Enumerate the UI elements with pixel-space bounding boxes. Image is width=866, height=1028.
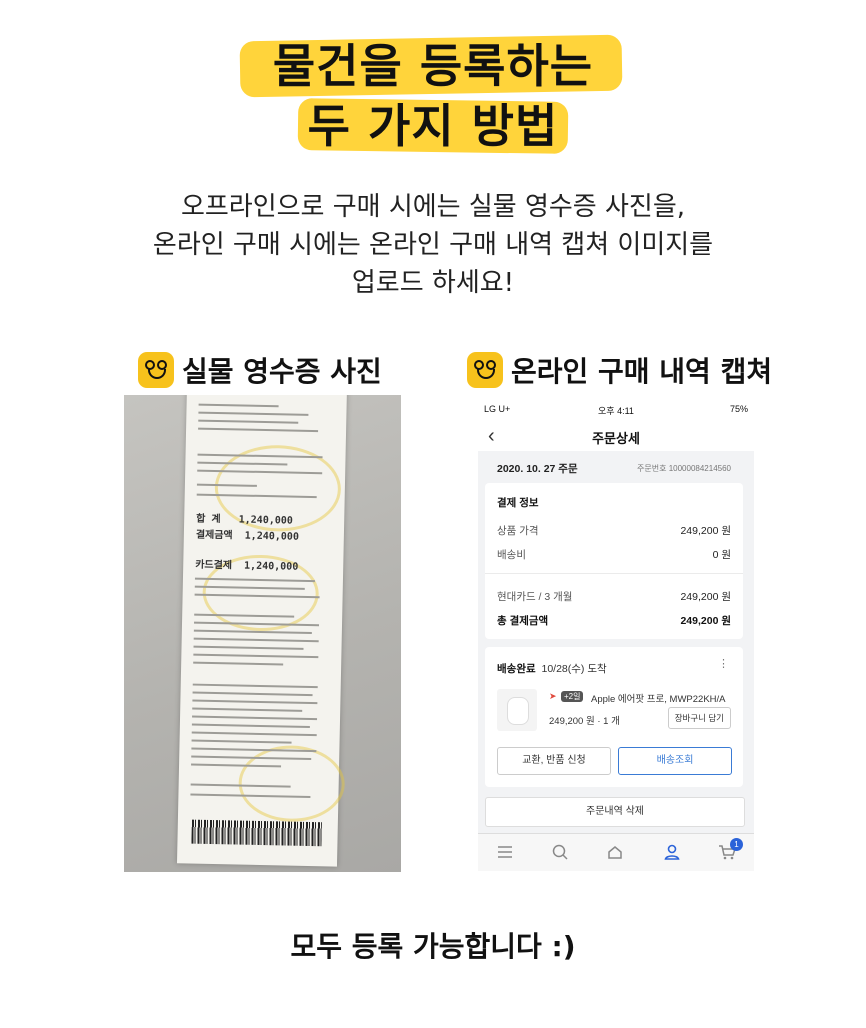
user-icon[interactable]	[663, 843, 681, 861]
order-number: 주문번호 10000084214560	[637, 464, 731, 473]
smiley-icon	[138, 352, 174, 388]
add-to-cart-button[interactable]: 장바구니 담기	[667, 707, 731, 729]
payment-row: 현대카드 / 3 개월 249,200 원	[497, 591, 731, 603]
screen-title: 주문상세	[592, 431, 640, 446]
receipt-total: 합 계 1,240,000	[196, 513, 293, 527]
delivery-status: 배송완료 10/28(수) 도착	[497, 663, 607, 675]
delivery-card: 배송완료 10/28(수) 도착 ⋮ ➤ +2일 Apple 에어팟 프로, M…	[485, 647, 743, 787]
more-icon[interactable]: ⋮	[718, 657, 729, 670]
payment-row: 상품 가격 249,200 원	[497, 525, 731, 537]
cart-count-badge: 1	[730, 838, 743, 851]
payment-header: 결제 정보	[497, 497, 539, 509]
status-bar: LG U+ 오후 4:11 75%	[478, 397, 754, 421]
headline-line1: 물건을 등록하는	[272, 39, 594, 93]
order-detail-screenshot: LG U+ 오후 4:11 75% ‹ 주문상세 2020. 10. 27 주문…	[478, 397, 754, 871]
section-online-heading: 온라인 구매 내역 캡쳐	[467, 350, 772, 390]
order-date: 2020. 10. 27 주문	[497, 463, 578, 475]
intro-text: 오프라인으로 구매 시에는 실물 영수증 사진을, 온라인 구매 시에는 온라인…	[0, 188, 866, 302]
intro-line1: 오프라인으로 구매 시에는 실물 영수증 사진을,	[180, 192, 686, 222]
product-name[interactable]: Apple 에어팟 프로, MWP22KH/A	[591, 691, 726, 705]
intro-line3: 업로드 하세요!	[351, 268, 515, 298]
payment-row: 배송비 0 원	[497, 549, 731, 561]
footer-text: 모두 등록 가능합니다 :)	[290, 930, 576, 963]
headline-line2: 두 가지 방법	[307, 99, 559, 153]
receipt-card: 카드결제 1,240,000	[195, 559, 299, 573]
rocket-icon: ➤	[549, 691, 557, 701]
payment-total-row: 총 결제금액 249,200 원	[497, 615, 731, 627]
section-online-label: 온라인 구매 내역 캡쳐	[511, 355, 773, 388]
clock: 오후 4:11	[598, 406, 634, 416]
barcode	[191, 819, 322, 847]
payment-info-card: 결제 정보 상품 가격 249,200 원 배송비 0 원 현대카드 / 3 개월 2…	[485, 483, 743, 639]
app-bar: ‹ 주문상세	[478, 421, 754, 451]
order-header: 2020. 10. 27 주문 주문번호 10000084214560	[485, 455, 743, 483]
smiley-icon	[467, 352, 503, 388]
exchange-return-button[interactable]: 교환, 반품 신청	[497, 747, 611, 775]
tracking-button[interactable]: 배송조회	[618, 747, 732, 775]
intro-line2: 온라인 구매 시에는 온라인 구매 내역 캡쳐 이미지를	[152, 230, 714, 260]
product-price-qty: 249,200 원 · 1 개	[549, 716, 620, 727]
delete-order-button[interactable]: 주문내역 삭제	[485, 797, 745, 827]
section-receipt-heading: 실물 영수증 사진	[138, 350, 382, 390]
delivery-tag: +2일	[561, 691, 584, 702]
battery-level: 75%	[729, 404, 748, 414]
product-image[interactable]	[497, 689, 537, 731]
home-icon[interactable]	[606, 843, 624, 861]
receipt-paper: 합 계 1,240,000 결제금액 1,240,000 카드결제 1,240,…	[176, 395, 348, 867]
section-receipt-label: 실물 영수증 사진	[182, 355, 382, 388]
search-icon[interactable]	[551, 843, 569, 861]
menu-icon[interactable]	[496, 843, 514, 861]
receipt-paid: 결제금액 1,240,000	[195, 529, 300, 543]
bottom-tab-bar	[478, 833, 754, 871]
receipt-photo: 합 계 1,240,000 결제금액 1,240,000 카드결제 1,240,…	[124, 395, 401, 872]
